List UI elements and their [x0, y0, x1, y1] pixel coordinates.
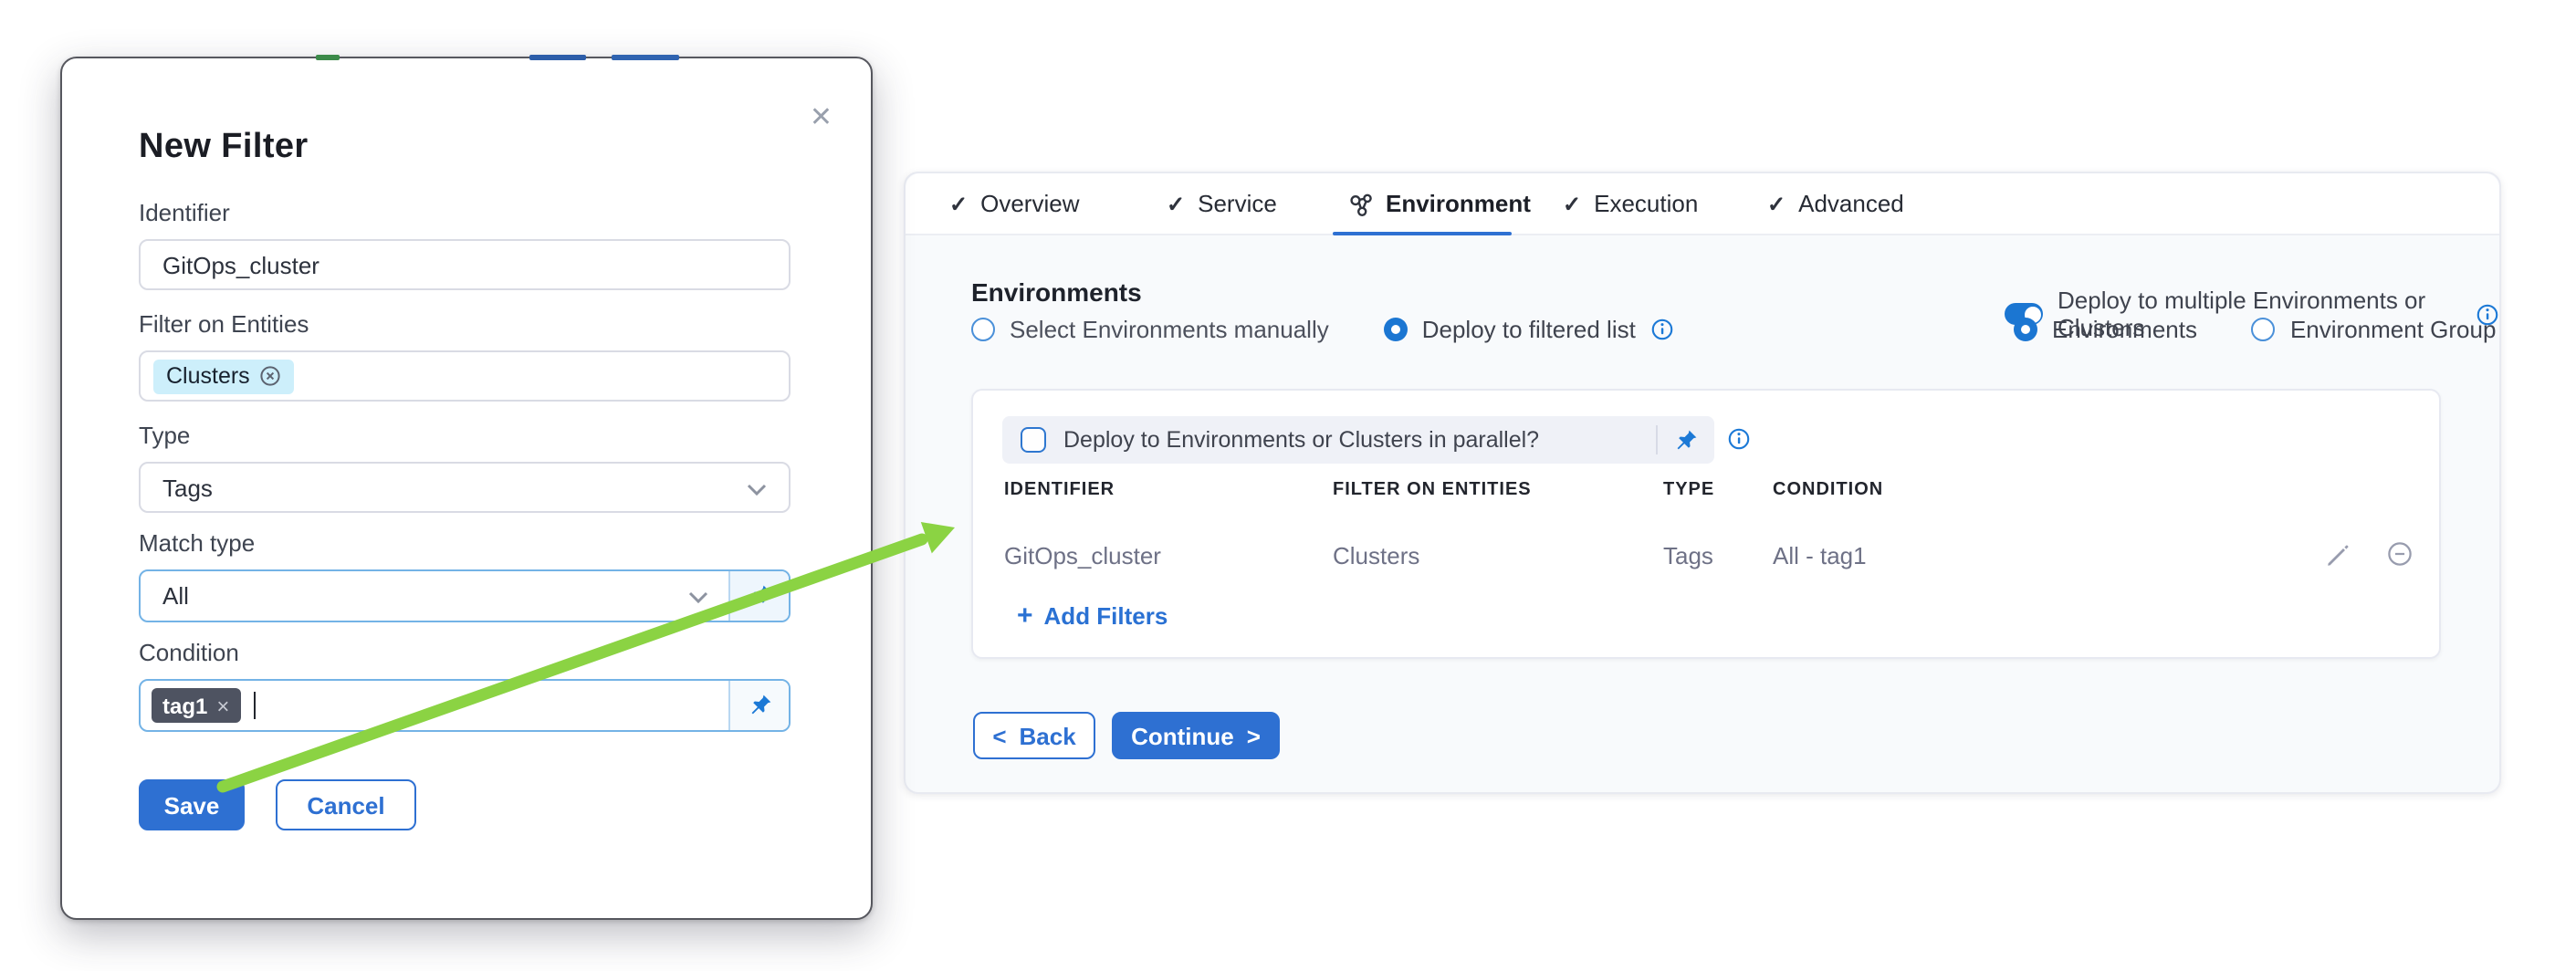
edit-icon[interactable]: [2324, 540, 2351, 568]
radio-environment-group[interactable]: [2252, 318, 2276, 341]
divider: [1656, 425, 1658, 454]
col-header-filter-on-entities: FILTER ON ENTITIES: [1333, 480, 1532, 500]
background-artifact-blue: [529, 54, 586, 59]
radio-deploy-filtered[interactable]: [1384, 318, 1408, 341]
tab-label: Advanced: [1798, 190, 1904, 217]
parallel-checkbox-label: Deploy to Environments or Clusters in pa…: [1063, 427, 1539, 453]
chevron-down-icon: [688, 591, 708, 604]
check-icon: ✓: [1563, 193, 1581, 214]
tag1-chip[interactable]: tag1 ×: [152, 688, 240, 723]
add-filters-button[interactable]: + Add Filters: [1017, 602, 1168, 630]
plus-icon: +: [1017, 604, 1033, 628]
info-icon[interactable]: [1727, 427, 1751, 451]
tab-label: Execution: [1594, 190, 1698, 217]
parallel-checkbox-bar: Deploy to Environments or Clusters in pa…: [1002, 416, 1714, 464]
close-icon[interactable]: ✕: [810, 106, 832, 131]
pin-icon: [748, 584, 771, 608]
filters-card: Deploy to Environments or Clusters in pa…: [971, 389, 2441, 659]
add-filters-label: Add Filters: [1044, 602, 1168, 630]
continue-button-label: Continue: [1131, 722, 1234, 749]
stage-tabbar: ✓ Overview ✓ Service Environment ✓ Execu…: [906, 173, 2499, 235]
environments-heading: Environments: [971, 277, 1142, 307]
environment-tab-content: Environments Select Environments manuall…: [906, 234, 2499, 792]
radio-label: Environments: [2052, 316, 2197, 343]
tab-execution[interactable]: ✓ Execution: [1563, 173, 1698, 234]
pin-icon[interactable]: [1674, 428, 1698, 452]
clusters-chip[interactable]: Clusters: [153, 359, 294, 393]
remove-icon[interactable]: [2386, 540, 2414, 568]
chip-remove-icon[interactable]: [259, 365, 281, 387]
continue-button[interactable]: Continue >: [1112, 712, 1280, 759]
text-cursor: [253, 692, 256, 719]
environment-icon: [1347, 191, 1373, 216]
clusters-chip-label: Clusters: [166, 363, 250, 389]
tag1-chip-label: tag1: [162, 693, 207, 718]
identifier-label: Identifier: [139, 199, 230, 228]
col-header-type: TYPE: [1663, 480, 1714, 500]
check-icon: ✓: [949, 193, 968, 214]
match-type-label: Match type: [139, 529, 255, 559]
radio-label: Select Environments manually: [1010, 316, 1329, 343]
filter-entities-label: Filter on Entities: [139, 310, 309, 339]
dialog-title: New Filter: [139, 128, 309, 168]
check-icon: ✓: [1167, 193, 1185, 214]
match-type-value: All: [141, 582, 189, 610]
radio-select-manually[interactable]: [971, 318, 995, 341]
pipeline-stage-panel: ✓ Overview ✓ Service Environment ✓ Execu…: [904, 172, 2501, 794]
deploy-mode-radios: Select Environments manually Deploy to f…: [971, 316, 1674, 343]
info-icon[interactable]: [1650, 318, 1674, 341]
cell-type: Tags: [1663, 542, 1713, 569]
save-button[interactable]: Save: [139, 779, 245, 830]
target-type-radios: Environments Environment Group: [2014, 316, 2496, 343]
background-artifact-green: [316, 54, 340, 59]
cell-filter-on-entities: Clusters: [1333, 542, 1419, 569]
pin-icon: [748, 694, 771, 717]
match-type-select[interactable]: All: [139, 569, 791, 622]
type-select[interactable]: Tags: [139, 462, 791, 513]
pin-runtime-input-button[interactable]: [728, 571, 789, 621]
chevron-down-icon: [747, 484, 767, 496]
tab-label: Overview: [980, 190, 1079, 217]
condition-label: Condition: [139, 639, 239, 668]
chevron-left-icon: <: [992, 724, 1006, 747]
back-button[interactable]: < Back: [973, 712, 1095, 759]
tab-overview[interactable]: ✓ Overview: [949, 173, 1080, 234]
identifier-value: GitOps_cluster: [141, 251, 319, 278]
col-header-identifier: IDENTIFIER: [1004, 480, 1115, 500]
chip-remove-icon[interactable]: ×: [216, 693, 229, 718]
filter-entities-input[interactable]: Clusters: [139, 350, 791, 402]
background-artifact-blue-2: [612, 54, 679, 59]
chevron-right-icon: >: [1247, 724, 1261, 747]
tab-service[interactable]: ✓ Service: [1167, 173, 1277, 234]
tab-label: Environment: [1386, 190, 1531, 217]
cell-identifier: GitOps_cluster: [1004, 542, 1161, 569]
radio-label: Environment Group: [2290, 316, 2496, 343]
cancel-button[interactable]: Cancel: [276, 779, 416, 830]
screenshot-canvas: ✕ New Filter Identifier GitOps_cluster F…: [0, 0, 2576, 971]
col-header-condition: CONDITION: [1773, 480, 1883, 500]
cell-condition: All - tag1: [1773, 542, 1867, 569]
tab-environment[interactable]: Environment: [1347, 173, 1531, 234]
pin-runtime-input-button[interactable]: [728, 681, 789, 730]
radio-environments[interactable]: [2014, 318, 2037, 341]
parallel-checkbox[interactable]: [1021, 428, 1045, 453]
radio-label: Deploy to filtered list: [1422, 316, 1636, 343]
identifier-input[interactable]: GitOps_cluster: [139, 239, 791, 290]
back-button-label: Back: [1020, 722, 1076, 749]
type-value: Tags: [141, 474, 213, 501]
tab-advanced[interactable]: ✓ Advanced: [1767, 173, 1904, 234]
condition-input[interactable]: tag1 ×: [139, 679, 791, 732]
cancel-button-label: Cancel: [307, 791, 384, 819]
check-icon: ✓: [1767, 193, 1785, 214]
tab-label: Service: [1198, 190, 1277, 217]
type-label: Type: [139, 422, 190, 451]
save-button-label: Save: [164, 791, 220, 819]
new-filter-dialog: ✕ New Filter Identifier GitOps_cluster F…: [60, 57, 873, 920]
